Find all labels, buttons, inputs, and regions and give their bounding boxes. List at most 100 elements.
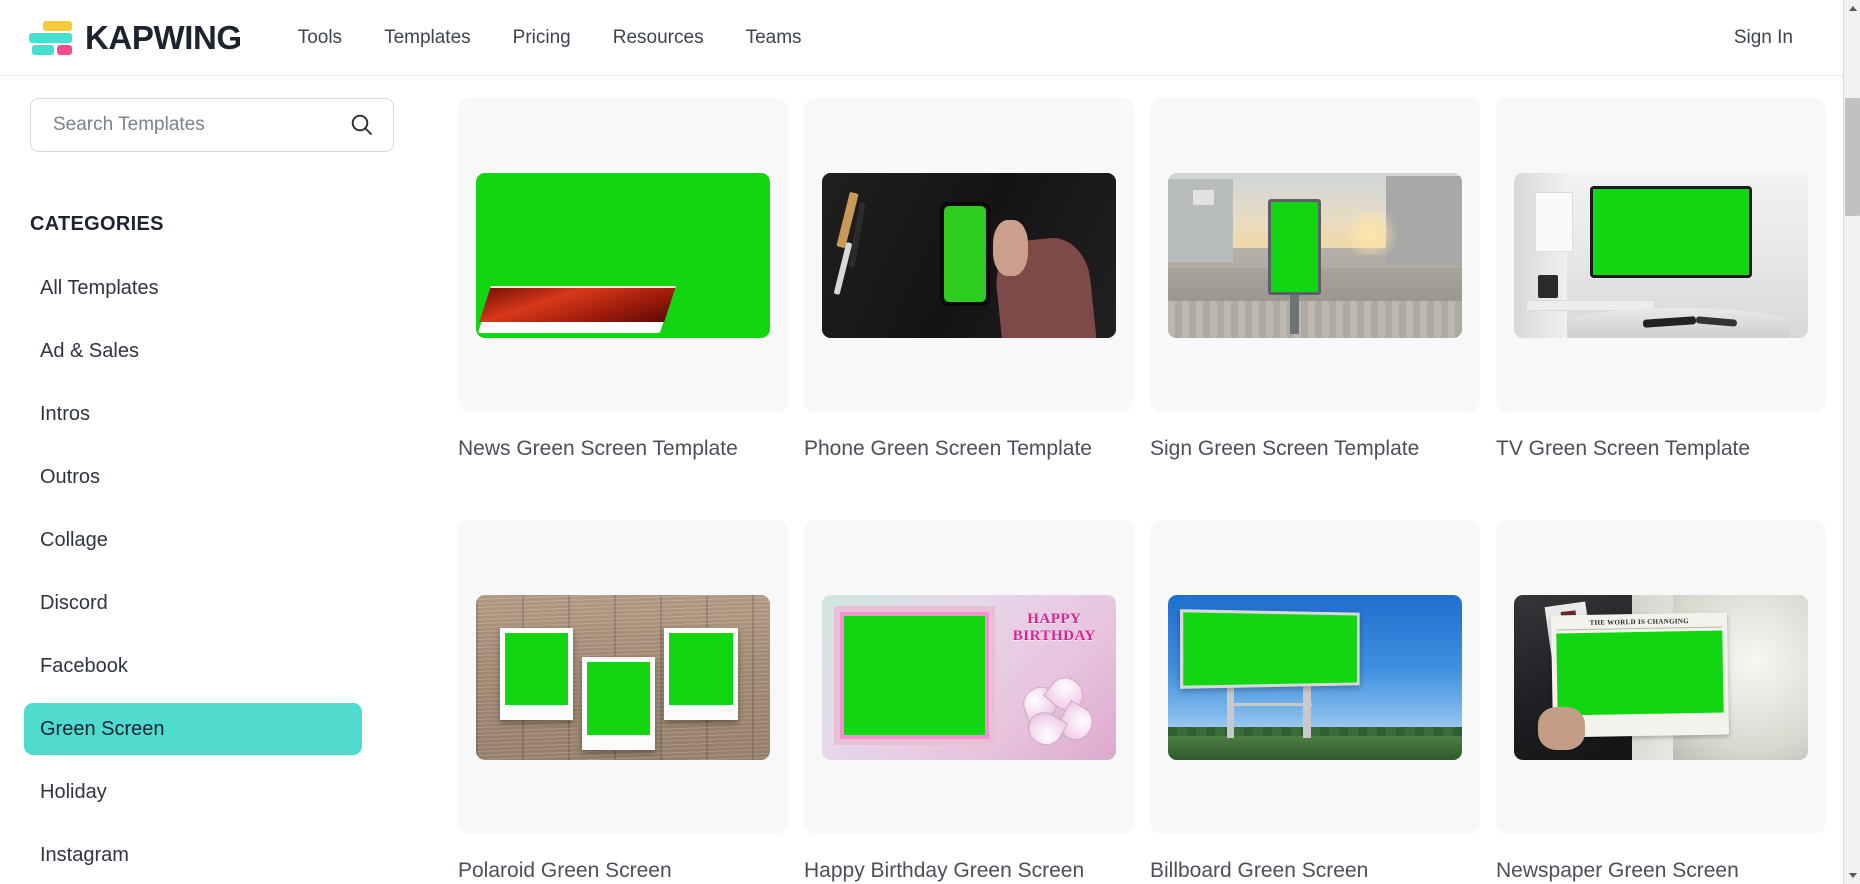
birthday-card-frame bbox=[833, 606, 996, 745]
sign-in-button[interactable]: Sign In bbox=[1734, 27, 1793, 49]
nav-link-resources[interactable]: Resources bbox=[613, 27, 704, 49]
sign-sunlight bbox=[1338, 212, 1404, 255]
scrollbar-thumb[interactable] bbox=[1845, 98, 1860, 216]
sidebar-item-instagram[interactable]: Instagram bbox=[24, 829, 362, 881]
template-thumbnail-birthday: HAPPY BIRTHDAY bbox=[822, 594, 1116, 760]
sidebar-item-label: Holiday bbox=[40, 780, 107, 803]
sidebar-item-green-screen[interactable]: Green Screen bbox=[24, 703, 362, 755]
nav-link-pricing[interactable]: Pricing bbox=[513, 27, 571, 49]
template-card-happy-birthday[interactable]: HAPPY BIRTHDAY Happy Birthday Green Scre… bbox=[804, 520, 1134, 884]
logo-bar-teal-wide bbox=[29, 32, 72, 43]
sign-green-screen bbox=[1270, 201, 1318, 292]
grid-row-spacer bbox=[458, 464, 1826, 520]
sidebar-item-all-templates[interactable]: All Templates bbox=[24, 262, 362, 314]
scroll-up-arrow-icon[interactable] bbox=[1844, 0, 1860, 17]
template-grid-area: News Green Screen Template Phone Green S… bbox=[400, 76, 1843, 884]
template-thumbnail-polaroid bbox=[476, 594, 770, 760]
template-card-sign[interactable]: Sign Green Screen Template bbox=[1150, 98, 1480, 464]
template-thumbnail-newspaper: THE WORLD IS CHANGING bbox=[1514, 594, 1808, 760]
sidebar-item-label: Discord bbox=[40, 591, 108, 614]
polaroid-green-screen bbox=[504, 632, 569, 705]
sign-crosswalk-sign-icon bbox=[1191, 189, 1216, 206]
sidebar-item-discord[interactable]: Discord bbox=[24, 577, 362, 629]
template-thumbnail-sign bbox=[1168, 172, 1462, 338]
template-title: Happy Birthday Green Screen Template bbox=[804, 859, 1085, 882]
sign-sidewalk bbox=[1168, 301, 1462, 338]
sidebar-item-ad-and-sales[interactable]: Ad & Sales bbox=[24, 325, 362, 377]
sidebar-item-facebook[interactable]: Facebook bbox=[24, 640, 362, 692]
scroll-down-arrow-icon[interactable] bbox=[1844, 867, 1860, 884]
phone-green-screen bbox=[944, 206, 986, 303]
billboard-leg-right bbox=[1303, 685, 1311, 739]
birthday-green-screen bbox=[843, 616, 986, 735]
logo-bar-yellow bbox=[43, 20, 72, 31]
template-thumbnail-frame[interactable] bbox=[458, 520, 788, 834]
birthday-greeting-text: HAPPY BIRTHDAY bbox=[1001, 611, 1107, 645]
template-card-phone[interactable]: Phone Green Screen Template bbox=[804, 98, 1134, 464]
sidebar-item-label: All Templates bbox=[40, 276, 159, 299]
template-thumbnail-phone bbox=[822, 172, 1116, 338]
nav-link-tools[interactable]: Tools bbox=[298, 27, 342, 49]
template-thumbnail-frame[interactable] bbox=[1150, 520, 1480, 834]
search-input[interactable] bbox=[53, 114, 349, 136]
brand-logo[interactable]: KAPWING bbox=[26, 19, 242, 57]
template-title: Phone Green Screen Template bbox=[804, 437, 1092, 460]
sidebar-item-holiday[interactable]: Holiday bbox=[24, 766, 362, 818]
birthday-flower-icon bbox=[1016, 670, 1099, 752]
page-body: CATEGORIES All Templates Ad & Sales Intr… bbox=[0, 76, 1843, 884]
template-card-polaroid[interactable]: Polaroid Green Screen Template bbox=[458, 520, 788, 884]
logo-bar-teal-small bbox=[32, 44, 54, 55]
template-title: Billboard Green Screen Template bbox=[1150, 859, 1369, 882]
template-title: Polaroid Green Screen Template bbox=[458, 859, 672, 882]
template-thumbnail-frame[interactable] bbox=[458, 98, 788, 412]
news-screen-shape bbox=[478, 286, 676, 323]
billboard-board bbox=[1179, 609, 1360, 689]
search-icon[interactable] bbox=[349, 112, 375, 138]
sidebar-item-intros[interactable]: Intros bbox=[24, 388, 362, 440]
category-list: All Templates Ad & Sales Intros Outros C… bbox=[0, 262, 400, 881]
phone-device-shape bbox=[940, 202, 990, 307]
sidebar-item-outros[interactable]: Outros bbox=[24, 451, 362, 503]
template-thumbnail-billboard bbox=[1168, 594, 1462, 760]
tv-speaker bbox=[1537, 274, 1559, 298]
polaroid-green-screen bbox=[586, 662, 651, 735]
nav-link-templates[interactable]: Templates bbox=[384, 27, 471, 49]
sidebar-item-collage[interactable]: Collage bbox=[24, 514, 362, 566]
nav-link-teams[interactable]: Teams bbox=[746, 27, 802, 49]
tv-green-screen bbox=[1593, 188, 1750, 276]
sidebar-item-label: Collage bbox=[40, 528, 108, 551]
page-scrollbar[interactable] bbox=[1843, 0, 1860, 884]
template-thumbnail-frame[interactable]: THE WORLD IS CHANGING bbox=[1496, 520, 1826, 834]
template-card-billboard[interactable]: Billboard Green Screen Template bbox=[1150, 520, 1480, 884]
template-thumbnail-frame[interactable] bbox=[1496, 98, 1826, 412]
template-card-news[interactable]: News Green Screen Template bbox=[458, 98, 788, 464]
search-templates-box[interactable] bbox=[30, 98, 394, 152]
sidebar-item-label: Outros bbox=[40, 465, 101, 488]
template-card-tv[interactable]: TV Green Screen Template bbox=[1496, 98, 1826, 464]
template-thumbnail-frame[interactable] bbox=[804, 98, 1134, 412]
polaroid-frame-right bbox=[664, 627, 738, 720]
template-thumbnail-news bbox=[476, 172, 770, 338]
polaroid-green-screen bbox=[669, 632, 733, 705]
sidebar-item-label: Intros bbox=[40, 402, 91, 425]
template-title: News Green Screen Template bbox=[458, 437, 738, 460]
template-thumbnail-frame[interactable] bbox=[1150, 98, 1480, 412]
template-thumbnail-frame[interactable]: HAPPY BIRTHDAY bbox=[804, 520, 1134, 834]
sidebar: CATEGORIES All Templates Ad & Sales Intr… bbox=[0, 76, 400, 884]
template-title: TV Green Screen Template bbox=[1496, 437, 1751, 460]
brand-name: KAPWING bbox=[85, 18, 242, 56]
newspaper-hand-shape bbox=[1537, 706, 1585, 750]
sidebar-item-label: Ad & Sales bbox=[40, 339, 139, 362]
polaroid-frame-left bbox=[499, 627, 574, 720]
newspaper-headline-text: THE WORLD IS CHANGING bbox=[1556, 616, 1723, 631]
categories-heading: CATEGORIES bbox=[30, 213, 164, 235]
template-card-newspaper[interactable]: THE WORLD IS CHANGING Newspaper Green Sc… bbox=[1496, 520, 1826, 884]
newspaper-green-screen bbox=[1556, 630, 1725, 716]
sidebar-item-label: Facebook bbox=[40, 654, 128, 677]
template-grid: News Green Screen Template Phone Green S… bbox=[458, 98, 1843, 884]
tv-frame bbox=[1590, 185, 1753, 279]
template-thumbnail-tv bbox=[1514, 172, 1808, 338]
logo-bar-pink bbox=[57, 44, 72, 55]
top-navigation-bar: KAPWING Tools Templates Pricing Resource… bbox=[0, 0, 1843, 76]
nav-links: Tools Templates Pricing Resources Teams bbox=[298, 27, 802, 49]
